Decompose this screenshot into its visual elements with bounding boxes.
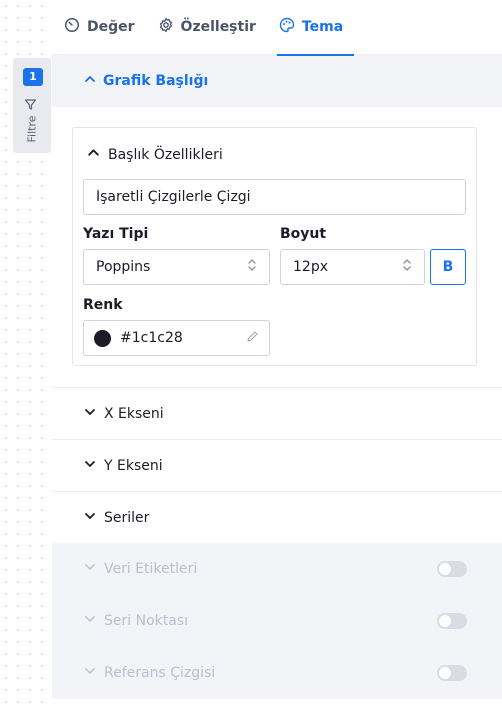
font-select[interactable]: Poppins: [83, 249, 270, 285]
settings-panel: Değer Özelleştir Tema Grafik Başlığı Baş…: [52, 0, 502, 707]
select-arrows-icon: [247, 258, 257, 276]
referans-cizgisi-toggle[interactable]: [437, 665, 467, 681]
font-label: Yazı Tipi: [83, 226, 149, 242]
veri-etiketleri-toggle[interactable]: [437, 561, 467, 577]
tab-bar: Değer Özelleştir Tema: [52, 0, 502, 56]
chevron-down-icon: [84, 561, 96, 577]
title-properties-toggle[interactable]: Başlık Özellikleri: [87, 146, 223, 163]
filter-label: Filtre: [25, 114, 39, 143]
pencil-icon[interactable]: [246, 330, 259, 347]
accordion-referans-cizgisi: Referans Çizgisi: [52, 647, 502, 699]
section-title: Grafik Başlığı: [103, 73, 209, 89]
filter-tab[interactable]: 1 Filtre: [13, 58, 51, 153]
chart-title-input[interactable]: [83, 179, 466, 215]
accordion-label: Y Ekseni: [104, 457, 163, 474]
seri-noktasi-toggle[interactable]: [437, 613, 467, 629]
section-grafik-basligi[interactable]: Grafik Başlığı: [52, 55, 502, 107]
accordion-label: Seriler: [104, 509, 150, 526]
tab-deger[interactable]: Değer: [62, 0, 146, 55]
accordion-label: X Ekseni: [104, 405, 164, 422]
size-label: Boyut: [280, 226, 327, 242]
chevron-down-icon: [84, 665, 96, 681]
tab-tema[interactable]: Tema: [276, 0, 355, 56]
accordion-label: Referans Çizgisi: [104, 665, 216, 681]
color-picker-field[interactable]: #1c1c28: [83, 320, 270, 356]
tab-label: Değer: [87, 19, 135, 35]
accordion-label: Veri Etiketleri: [104, 561, 198, 577]
color-hex-value: #1c1c28: [120, 330, 183, 346]
accordion-veri-etiketleri: Veri Etiketleri: [52, 543, 502, 595]
chevron-down-icon: [84, 510, 96, 526]
accordion-y-ekseni[interactable]: Y Ekseni: [52, 439, 502, 491]
accordion-label: Seri Noktası: [104, 613, 188, 629]
size-select-value: 12px: [293, 259, 328, 275]
palette-icon: [279, 17, 295, 37]
chevron-up-icon: [84, 73, 96, 89]
chevron-down-icon: [84, 406, 96, 422]
accordion-x-ekseni[interactable]: X Ekseni: [52, 387, 502, 439]
chevron-down-icon: [84, 458, 96, 474]
chevron-up-icon: [87, 146, 100, 163]
title-properties-header: Başlık Özellikleri: [108, 146, 223, 163]
tab-label: Tema: [301, 19, 344, 35]
chevron-down-icon: [84, 613, 96, 629]
color-label: Renk: [83, 297, 123, 313]
tab-ozellestir[interactable]: Özelleştir: [156, 0, 267, 55]
filter-count-badge: 1: [23, 68, 43, 86]
color-swatch[interactable]: [94, 329, 111, 347]
accordion-seri-noktasi: Seri Noktası: [52, 595, 502, 647]
select-arrows-icon: [402, 258, 412, 276]
gauge-icon: [64, 17, 80, 37]
font-select-value: Poppins: [96, 259, 151, 275]
title-properties-card: Başlık Özellikleri Yazı Tipi Boyut Poppi…: [72, 127, 477, 366]
bold-toggle-button[interactable]: B: [430, 249, 466, 285]
accordion-seriler[interactable]: Seriler: [52, 491, 502, 543]
filter-icon: [24, 98, 40, 110]
filter-label-wrap: Filtre: [21, 92, 43, 148]
gear-icon: [158, 17, 174, 37]
size-select[interactable]: 12px: [280, 249, 425, 285]
tab-label: Özelleştir: [180, 19, 256, 35]
